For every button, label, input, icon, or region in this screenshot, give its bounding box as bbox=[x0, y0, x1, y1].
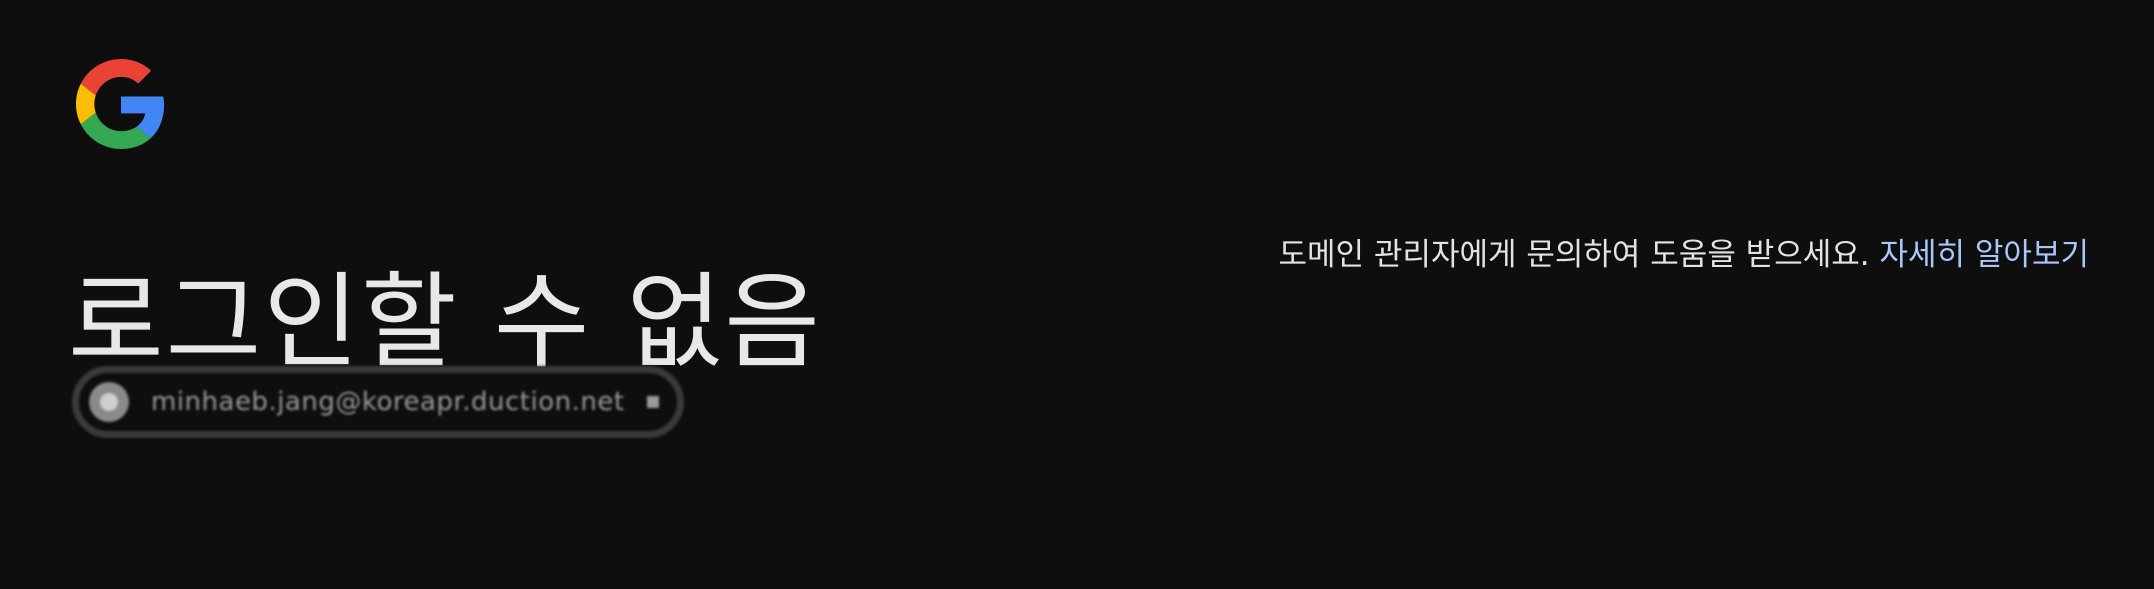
page-title: 로그인할 수 없음 bbox=[68, 260, 822, 383]
google-g-logo-icon bbox=[76, 59, 165, 149]
help-message-text: 도메인 관리자에게 문의하여 도움을 받으세요. bbox=[1278, 237, 1880, 273]
help-message: 도메인 관리자에게 문의하여 도움을 받으세요. 자세히 알아보기 bbox=[1278, 232, 2089, 278]
account-email: minhaeb.jang@koreapr.duction.net bbox=[151, 387, 625, 417]
sign-in-error-page: 로그인할 수 없음 minhaeb.jang@koreapr.duction.n… bbox=[0, 0, 2154, 589]
chevron-down-icon bbox=[647, 396, 659, 408]
account-circle-icon bbox=[89, 382, 129, 422]
learn-more-link[interactable]: 자세히 알아보기 bbox=[1880, 237, 2090, 273]
account-chip[interactable]: minhaeb.jang@koreapr.duction.net bbox=[72, 366, 684, 438]
